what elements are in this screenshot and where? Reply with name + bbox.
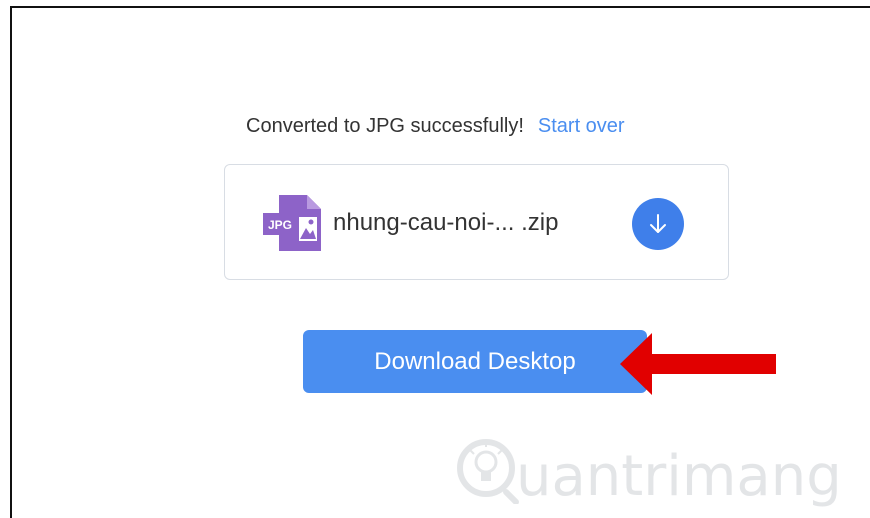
red-arrow-icon <box>620 333 776 395</box>
status-message: Converted to JPG successfully! <box>246 114 524 137</box>
download-file-button[interactable] <box>632 198 684 250</box>
file-card: JPG nhung-cau-noi-... .zip <box>224 164 729 280</box>
conversion-status: Converted to JPG successfully! Start ove… <box>246 112 625 140</box>
download-arrow-icon <box>650 214 666 233</box>
jpg-file-icon: JPG <box>263 195 321 251</box>
watermark-text: uantrimang <box>516 444 842 509</box>
download-desktop-button[interactable]: Download Desktop <box>303 330 647 393</box>
watermark: uantrimang <box>456 428 842 518</box>
page-frame: Converted to JPG successfully! Start ove… <box>10 6 870 518</box>
jpg-icon-label: JPG <box>268 218 292 232</box>
lightbulb-logo-icon <box>457 439 519 504</box>
start-over-link[interactable]: Start over <box>538 115 625 138</box>
file-name: nhung-cau-noi-... .zip <box>333 209 559 236</box>
